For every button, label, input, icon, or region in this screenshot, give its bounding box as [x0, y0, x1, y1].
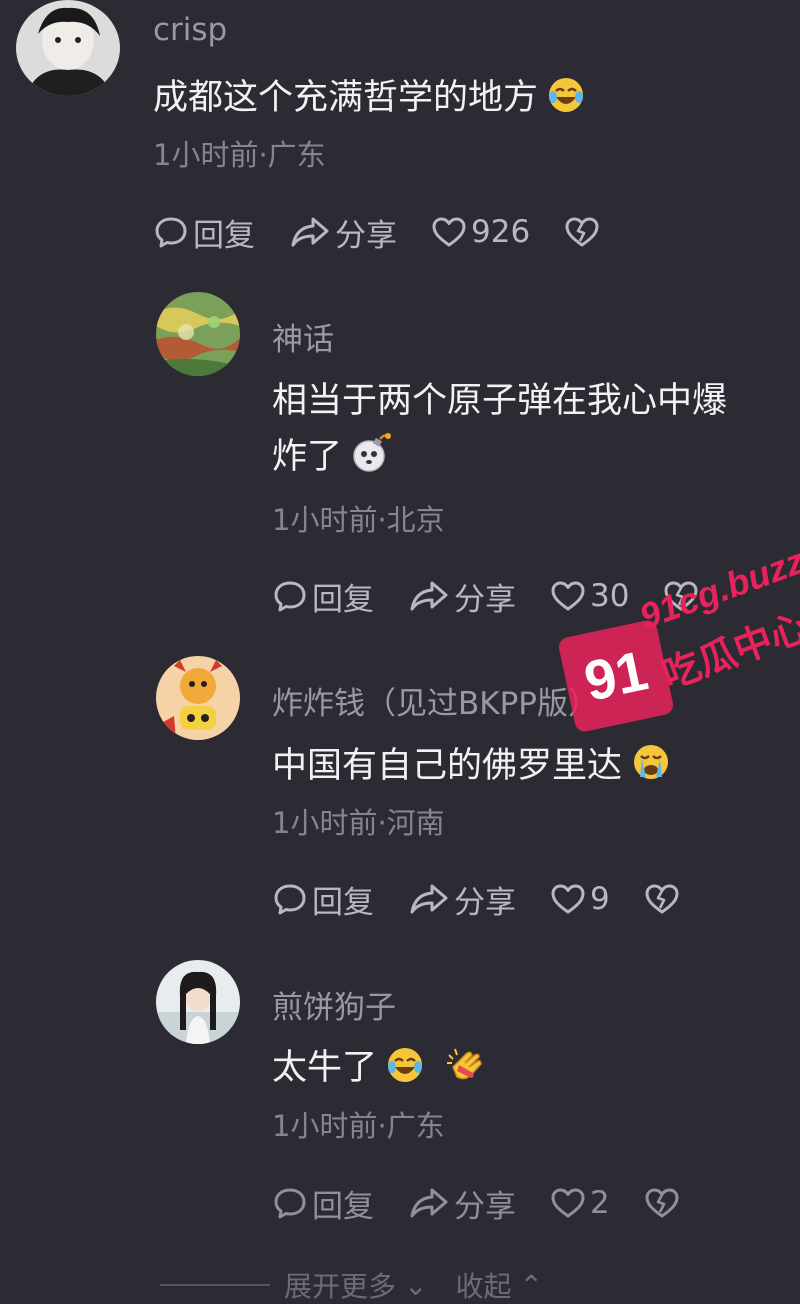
comment-actions: 回复 分享 926 [153, 210, 638, 255]
collapse-link[interactable]: 收起 [455, 1265, 511, 1304]
dislike-button[interactable] [644, 881, 684, 917]
comment-meta: 1小时前·广东 [153, 138, 326, 172]
share-arrow-icon [291, 217, 329, 247]
bomb-emoji-icon [350, 432, 392, 491]
like-count: 30 [590, 578, 630, 614]
comment-actions: 回复 分享 9 [272, 877, 718, 922]
broken-heart-icon [565, 217, 599, 247]
divider [160, 1284, 270, 1286]
speech-bubble-icon [274, 581, 306, 612]
like-button[interactable]: 2 [550, 1185, 610, 1221]
comment-text-line-2: 炸了 [272, 429, 727, 491]
broken-heart-icon [664, 581, 698, 611]
chevron-down-icon: ⌄ [404, 1268, 428, 1302]
share-label: 分享 [454, 884, 516, 921]
heart-icon [551, 884, 585, 914]
comment-thread: crisp 成都这个充满哲学的地方 1小时前·广东 回复 分享 926 神话 相… [0, 0, 800, 1304]
share-arrow-icon [410, 581, 448, 611]
dislike-button[interactable] [663, 578, 703, 614]
avatar[interactable] [156, 656, 240, 740]
comment-text-content: 炸了 [272, 437, 343, 477]
share-label: 分享 [454, 581, 516, 618]
expand-collapse-bar: 展开更多 ⌄ 收起 ⌃ [160, 1266, 720, 1304]
share-label: 分享 [335, 217, 397, 254]
comment-text-content: 成都这个充满哲学的地方 [153, 78, 539, 118]
share-button[interactable]: 分享 [408, 877, 516, 922]
reply-label: 回复 [312, 884, 374, 921]
dislike-button[interactable] [644, 1185, 684, 1221]
like-button[interactable]: 926 [431, 214, 530, 250]
comment-text: 相当于两个原子弹在我心中爆 炸了 [272, 373, 727, 491]
comment-text: 中国有自己的佛罗里达 [272, 738, 672, 800]
reply-button[interactable]: 回复 [272, 877, 374, 922]
broken-heart-icon [645, 1188, 679, 1218]
avatar[interactable] [156, 292, 240, 376]
crying-emoji-icon [630, 741, 672, 800]
comment-text-content: 太牛了 [272, 1048, 378, 1088]
heart-icon [551, 581, 585, 611]
username[interactable]: 煎饼狗子 [272, 982, 396, 1027]
comment-text-content: 中国有自己的佛罗里达 [272, 746, 623, 786]
rofl-emoji-icon [546, 75, 586, 132]
like-count: 926 [471, 214, 531, 250]
share-button[interactable]: 分享 [408, 1181, 516, 1226]
comment-meta: 1小时前·河南 [272, 806, 445, 840]
reply-label: 回复 [312, 1188, 374, 1225]
username[interactable]: 神话 [272, 314, 334, 359]
share-button[interactable]: 分享 [289, 210, 397, 255]
heart-icon [551, 1188, 585, 1218]
watermark: 91cg.buzz 吃瓜中心 91 [557, 538, 800, 748]
dislike-button[interactable] [564, 214, 604, 250]
heart-icon [432, 217, 466, 247]
reply-label: 回复 [193, 217, 255, 254]
rofl-emoji-icon [385, 1045, 425, 1102]
reply-button[interactable]: 回复 [153, 210, 255, 255]
like-count: 9 [590, 881, 610, 917]
speech-bubble-icon [274, 884, 306, 915]
speech-bubble-icon [155, 217, 187, 248]
like-button[interactable]: 30 [550, 578, 629, 614]
share-arrow-icon [410, 884, 448, 914]
comment-meta: 1小时前·北京 [272, 503, 445, 537]
comment-actions: 回复 分享 30 [272, 574, 737, 619]
avatar[interactable] [156, 960, 240, 1044]
share-arrow-icon [410, 1188, 448, 1218]
like-button[interactable]: 9 [550, 881, 610, 917]
username[interactable]: 炸炸钱（见过BKPP版） [272, 678, 599, 723]
reply-label: 回复 [312, 581, 374, 618]
avatar[interactable] [16, 0, 120, 96]
comment-text-line: 相当于两个原子弹在我心中爆 [272, 381, 728, 421]
reply-button[interactable]: 回复 [272, 1181, 374, 1226]
share-label: 分享 [454, 1188, 516, 1225]
expand-more-link[interactable]: 展开更多 [284, 1265, 396, 1304]
broken-heart-icon [645, 884, 679, 914]
comment-actions: 回复 分享 2 [272, 1181, 718, 1226]
reply-button[interactable]: 回复 [272, 574, 374, 619]
comment-text: 太牛了 [272, 1040, 487, 1102]
share-button[interactable]: 分享 [408, 574, 516, 619]
comment-text: 成都这个充满哲学的地方 [153, 70, 586, 132]
username[interactable]: crisp [153, 12, 227, 48]
comment-meta: 1小时前·广东 [272, 1109, 445, 1143]
clapping-emoji-icon [445, 1045, 487, 1102]
speech-bubble-icon [274, 1188, 306, 1219]
chevron-up-icon: ⌃ [519, 1268, 543, 1302]
like-count: 2 [590, 1185, 610, 1221]
